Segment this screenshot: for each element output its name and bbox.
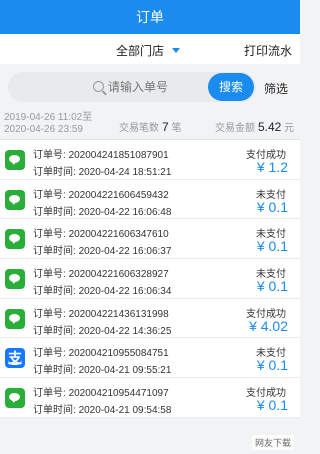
search-button[interactable]: 搜索 (208, 73, 254, 101)
order-number: 订单号: 202004210954471097 (33, 388, 169, 400)
date-to: 2020-04-26 23:59 (4, 124, 83, 135)
amount-value: 5.42 (258, 120, 282, 134)
order-number: 订单号: 202004221606347610 (33, 229, 169, 241)
alipay-icon: 支 (5, 348, 25, 369)
search-input[interactable] (108, 72, 218, 102)
wechat-pay-icon (5, 229, 25, 250)
order-number: 订单号: 202004241851087901 (33, 150, 169, 161)
order-amount: ¥ 0.1 (256, 238, 288, 255)
order-number: 订单号: 202004210955084751 (33, 348, 169, 360)
order-number: 订单号: 202004221606459432 (33, 189, 169, 201)
order-row[interactable]: 订单号: 202004221436131998 订单时间: 2020-04-22… (0, 299, 300, 339)
transaction-count: 交易笔数 7 笔 (119, 119, 181, 134)
wechat-pay-icon (5, 150, 25, 170)
order-time: 订单时间: 2020-04-21 09:54:58 (33, 405, 172, 417)
order-time: 订单时间: 2020-04-24 18:51:21 (33, 167, 172, 178)
store-selector-label: 全部门店 (116, 44, 165, 58)
order-time: 订单时间: 2020-04-22 16:06:37 (33, 246, 172, 258)
order-row[interactable]: 订单号: 202004241851087901 订单时间: 2020-04-24… (0, 140, 300, 180)
count-value: 7 (162, 120, 169, 134)
amount-label: 交易金额 (215, 123, 255, 134)
top-bar: 订单 (0, 0, 300, 34)
wechat-pay-icon (5, 308, 25, 329)
filter-bar: 全部门店 打印流水 (0, 34, 300, 64)
order-row[interactable]: 订单号: 202004221606328927 订单时间: 2020-04-22… (0, 259, 300, 299)
wechat-pay-icon (5, 269, 25, 290)
order-amount: ¥ 1.2 (256, 159, 288, 175)
search-row: 搜索 筛选 (0, 64, 300, 110)
order-amount: ¥ 0.1 (256, 278, 288, 295)
order-amount: ¥ 0.1 (256, 397, 288, 414)
order-amount: ¥ 0.1 (256, 357, 288, 374)
page-title: 订单 (136, 9, 164, 25)
order-list: 订单号: 202004241851087901 订单时间: 2020-04-24… (0, 140, 300, 418)
order-time: 订单时间: 2020-04-22 16:06:34 (33, 286, 172, 298)
search-icon (93, 81, 104, 92)
wechat-pay-icon (5, 388, 25, 409)
order-amount: ¥ 0.1 (256, 198, 288, 215)
print-flow-button[interactable]: 打印流水 (244, 42, 292, 59)
caret-down-icon (172, 48, 181, 53)
summary-bar: 2019-04-26 11:02至 2020-04-26 23:59 交易笔数 7… (0, 110, 300, 140)
watermark: 网友下载 (251, 435, 294, 450)
order-time: 订单时间: 2020-04-21 09:55:21 (33, 365, 172, 377)
order-amount: ¥ 4.02 (249, 317, 288, 334)
order-time: 订单时间: 2020-04-22 14:36:25 (33, 325, 172, 337)
order-number: 订单号: 202004221436131998 (33, 308, 169, 320)
order-row[interactable]: 订单号: 202004221606459432 订单时间: 2020-04-22… (0, 180, 300, 220)
date-from: 2019-04-26 11:02至 (4, 112, 93, 123)
order-time: 订单时间: 2020-04-22 16:06:48 (33, 206, 172, 218)
order-row[interactable]: 支 订单号: 202004210955084751 订单时间: 2020-04-… (0, 338, 300, 379)
transaction-amount: 交易金额 5.42 元 (215, 119, 294, 134)
count-label: 交易笔数 (119, 123, 159, 134)
order-row[interactable]: 订单号: 202004210954471097 订单时间: 2020-04-21… (0, 378, 300, 418)
store-selector[interactable]: 全部门店 (116, 42, 181, 59)
order-number: 订单号: 202004221606328927 (33, 269, 169, 281)
count-unit: 笔 (171, 123, 182, 134)
amount-unit: 元 (284, 123, 295, 134)
filter-button[interactable]: 筛选 (264, 80, 288, 97)
date-range[interactable]: 2019-04-26 11:02至 2020-04-26 23:59 (4, 112, 92, 136)
order-row[interactable]: 订单号: 202004221606347610 订单时间: 2020-04-22… (0, 219, 300, 260)
wechat-pay-icon (5, 189, 25, 210)
